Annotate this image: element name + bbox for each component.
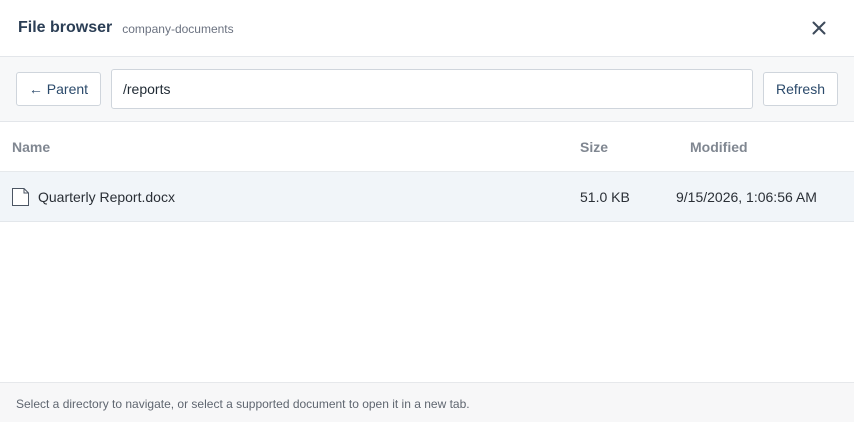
footer-hint: Select a directory to navigate, or selec… <box>0 382 854 422</box>
refresh-button[interactable]: Refresh <box>763 72 838 106</box>
close-button[interactable] <box>806 15 832 41</box>
parent-button[interactable]: ← Parent <box>16 72 101 106</box>
file-icon <box>12 188 29 206</box>
file-browser-dialog: File browser company-documents ← Parent … <box>0 0 854 422</box>
column-header-name[interactable]: Name <box>12 139 50 155</box>
column-header-modified[interactable]: Modified <box>690 139 748 155</box>
dialog-header: File browser company-documents <box>0 0 854 57</box>
table-header: Name Size Modified <box>0 122 854 172</box>
file-modified: 9/15/2026, 1:06:56 AM <box>676 189 817 205</box>
dialog-subtitle: company-documents <box>122 22 234 36</box>
toolbar: ← Parent Refresh <box>0 57 854 122</box>
table-row[interactable]: Quarterly Report.docx 51.0 KB 9/15/2026,… <box>0 172 854 222</box>
dialog-title: File browser <box>18 19 113 36</box>
path-input[interactable] <box>111 69 753 109</box>
column-header-size[interactable]: Size <box>580 139 608 155</box>
file-name: Quarterly Report.docx <box>38 189 175 205</box>
close-icon <box>812 21 826 35</box>
file-size: 51.0 KB <box>580 189 630 205</box>
